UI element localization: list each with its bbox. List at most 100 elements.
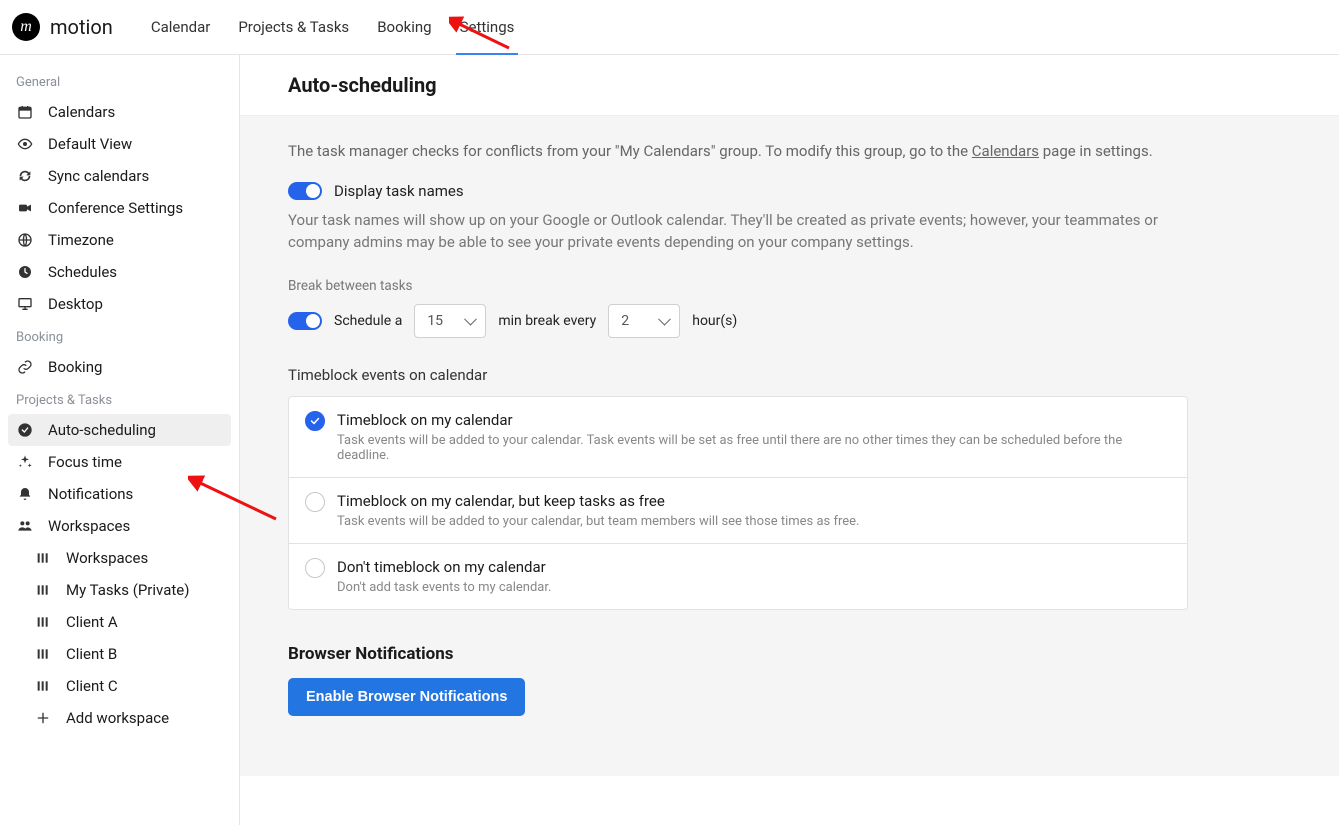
sidebar-section-general: General <box>8 65 231 96</box>
radio-desc: Task events will be added to your calend… <box>337 433 1171 463</box>
display-task-names-desc: Your task names will show up on your Goo… <box>288 210 1168 254</box>
page-body: The task manager checks for conflicts fr… <box>240 116 1339 776</box>
page-title: Auto-scheduling <box>288 73 1291 97</box>
sidebar-item-label: Calendars <box>48 103 115 121</box>
timeblock-option[interactable]: Timeblock on my calendar, but keep tasks… <box>289 477 1187 543</box>
desktop-icon <box>16 295 34 313</box>
enable-browser-notifications-button[interactable]: Enable Browser Notifications <box>288 678 525 716</box>
sidebar-item-label: Booking <box>48 358 102 376</box>
sidebar-item-schedules[interactable]: Schedules <box>8 256 231 288</box>
display-task-names-label: Display task names <box>334 182 464 200</box>
topnav-calendar[interactable]: Calendar <box>137 0 225 55</box>
content-area: Auto-scheduling The task manager checks … <box>240 55 1339 825</box>
radio-title: Timeblock on my calendar <box>337 411 1171 429</box>
sidebar-item-booking[interactable]: Booking <box>8 351 231 383</box>
sidebar-item-conference-settings[interactable]: Conference Settings <box>8 192 231 224</box>
schedule-a-text: Schedule a <box>334 313 402 329</box>
radio-button[interactable] <box>305 411 325 431</box>
info-text-pre: The task manager checks for conflicts fr… <box>288 142 972 160</box>
sidebar-item-my-tasks-private-[interactable]: My Tasks (Private) <box>8 574 231 606</box>
info-line: The task manager checks for conflicts fr… <box>288 142 1291 160</box>
radio-desc: Task events will be added to your calend… <box>337 514 859 529</box>
sidebar-item-timezone[interactable]: Timezone <box>8 224 231 256</box>
plus-icon <box>34 709 52 727</box>
sidebar-item-label: Client A <box>66 613 118 631</box>
timeblock-label: Timeblock events on calendar <box>288 366 1291 384</box>
break-minutes-value: 15 <box>427 313 443 329</box>
sidebar-item-label: Default View <box>48 135 132 153</box>
sidebar-item-label: Conference Settings <box>48 199 183 217</box>
display-task-names-toggle[interactable] <box>288 182 322 200</box>
break-between-tasks-label: Break between tasks <box>288 278 1291 294</box>
topnav-settings[interactable]: Settings <box>446 0 529 55</box>
page-header: Auto-scheduling <box>240 55 1339 116</box>
sidebar-item-label: Client B <box>66 645 117 663</box>
sidebar-item-label: Schedules <box>48 263 117 281</box>
cols-icon <box>34 549 52 567</box>
video-icon <box>16 199 34 217</box>
sidebar-item-auto-scheduling[interactable]: Auto-scheduling <box>8 414 231 446</box>
browser-notifications-heading: Browser Notifications <box>288 644 1291 664</box>
radio-title: Timeblock on my calendar, but keep tasks… <box>337 492 859 510</box>
break-minutes-select[interactable]: 15 <box>414 304 486 338</box>
cols-icon <box>34 613 52 631</box>
bell-icon <box>16 485 34 503</box>
timeblock-option[interactable]: Don't timeblock on my calendar Don't add … <box>289 543 1187 609</box>
top-nav: CalendarProjects & TasksBookingSettings <box>137 0 529 55</box>
sidebar-item-client-b[interactable]: Client B <box>8 638 231 670</box>
radio-desc: Don't add task events to my calendar. <box>337 580 551 595</box>
sidebar: General Calendars Default View Sync calend… <box>0 55 240 825</box>
people-icon <box>16 517 34 535</box>
sidebar-item-workspaces[interactable]: Workspaces <box>8 510 231 542</box>
sidebar-section-booking: Booking <box>8 320 231 351</box>
sidebar-item-notifications[interactable]: Notifications <box>8 478 231 510</box>
sync-icon <box>16 167 34 185</box>
sidebar-item-label: Timezone <box>48 231 114 249</box>
hours-suffix-text: hour(s) <box>692 313 737 329</box>
sidebar-item-label: Workspaces <box>66 549 148 567</box>
break-toggle[interactable] <box>288 312 322 330</box>
sidebar-item-desktop[interactable]: Desktop <box>8 288 231 320</box>
eye-icon <box>16 135 34 153</box>
logo-icon: m <box>12 13 40 41</box>
sidebar-item-label: Notifications <box>48 485 133 503</box>
sidebar-item-client-a[interactable]: Client A <box>8 606 231 638</box>
radio-button[interactable] <box>305 492 325 512</box>
sidebar-item-label: Client C <box>66 677 118 695</box>
sidebar-item-label: Focus time <box>48 453 122 471</box>
min-break-every-text: min break every <box>498 313 596 329</box>
topbar: m motion CalendarProjects & TasksBooking… <box>0 0 1339 55</box>
check-circle-icon <box>16 421 34 439</box>
topnav-booking[interactable]: Booking <box>363 0 445 55</box>
sidebar-item-default-view[interactable]: Default View <box>8 128 231 160</box>
sidebar-item-client-c[interactable]: Client C <box>8 670 231 702</box>
radio-title: Don't timeblock on my calendar <box>337 558 551 576</box>
timeblock-radio-group: Timeblock on my calendar Task events will… <box>288 396 1188 610</box>
sidebar-item-calendars[interactable]: Calendars <box>8 96 231 128</box>
sparkle-icon <box>16 453 34 471</box>
info-text-post: page in settings. <box>1039 142 1153 160</box>
topnav-projects-tasks[interactable]: Projects & Tasks <box>224 0 363 55</box>
sidebar-item-label: Desktop <box>48 295 103 313</box>
sidebar-item-label: Sync calendars <box>48 167 149 185</box>
link-icon <box>16 358 34 376</box>
timeblock-option[interactable]: Timeblock on my calendar Task events will… <box>289 397 1187 477</box>
calendar-icon <box>16 103 34 121</box>
sidebar-item-workspaces[interactable]: Workspaces <box>8 542 231 574</box>
cols-icon <box>34 645 52 663</box>
globe-icon <box>16 231 34 249</box>
sidebar-section-pt: Projects & Tasks <box>8 383 231 414</box>
sidebar-item-label: Add workspace <box>66 709 169 727</box>
break-hours-select[interactable]: 2 <box>608 304 680 338</box>
sidebar-item-focus-time[interactable]: Focus time <box>8 446 231 478</box>
calendars-link[interactable]: Calendars <box>972 142 1039 160</box>
sidebar-item-label: Auto-scheduling <box>48 421 156 439</box>
cols-icon <box>34 677 52 695</box>
sidebar-item-add-workspace[interactable]: Add workspace <box>8 702 231 734</box>
radio-button[interactable] <box>305 558 325 578</box>
sidebar-item-label: My Tasks (Private) <box>66 581 189 599</box>
break-hours-value: 2 <box>621 313 629 329</box>
clock-icon <box>16 263 34 281</box>
sidebar-item-label: Workspaces <box>48 517 130 535</box>
sidebar-item-sync-calendars[interactable]: Sync calendars <box>8 160 231 192</box>
